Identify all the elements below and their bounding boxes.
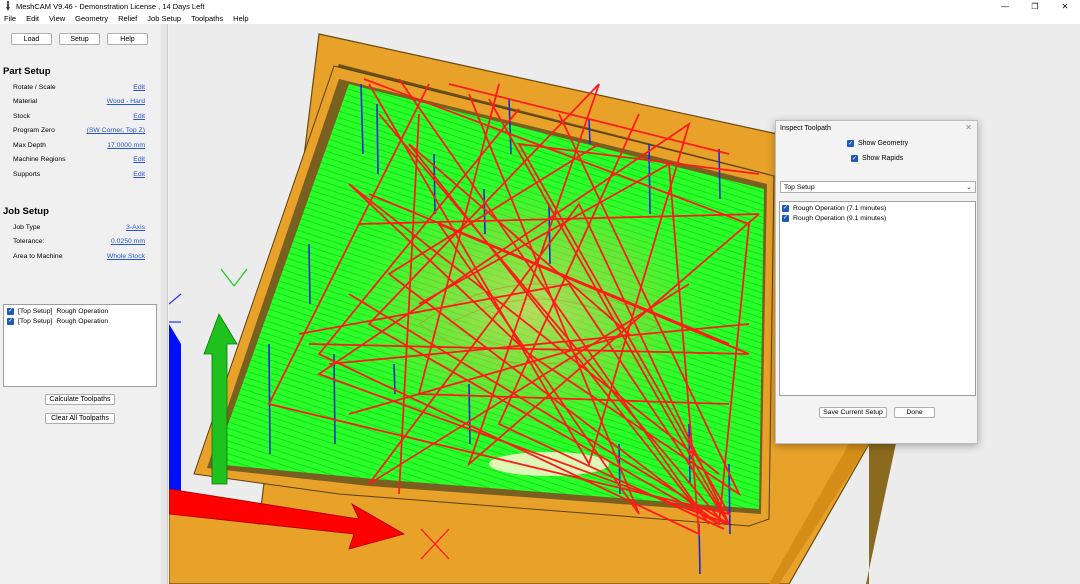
operation-time-label: Rough Operation (9.1 minutes) <box>793 214 887 222</box>
dialog-title: Inspect Toolpath <box>780 125 831 132</box>
stock-side-wall <box>866 429 899 584</box>
operation-time-label: Rough Operation (7.1 minutes) <box>793 204 887 212</box>
list-item[interactable]: ✓ [Top Setup] Rough Operation <box>7 316 156 326</box>
left-panel: Load Setup Help Part Setup Rotate / Scal… <box>0 24 168 584</box>
menu-help[interactable]: Help <box>228 14 253 23</box>
area-to-machine-label: Area to Machine <box>13 253 63 260</box>
setup-select-value: Top Setup <box>784 183 815 191</box>
maximize-button[interactable]: ❐ <box>1020 0 1050 12</box>
setup-button[interactable]: Setup <box>59 33 100 45</box>
program-zero-link[interactable]: (SW Corner, Top Z) <box>87 127 145 134</box>
done-button[interactable]: Done <box>894 407 935 418</box>
job-setup-heading: Job Setup <box>3 206 49 217</box>
menu-toolpaths[interactable]: Toolpaths <box>186 14 228 23</box>
menu-job-setup[interactable]: Job Setup <box>142 14 186 23</box>
menu-geometry[interactable]: Geometry <box>70 14 113 23</box>
show-rapids-label: Show Rapids <box>862 155 904 162</box>
minimize-button[interactable]: — <box>990 0 1020 12</box>
load-button[interactable]: Load <box>11 33 52 45</box>
area-to-machine-link[interactable]: Whole Stock <box>107 253 145 260</box>
operation-setup: [Top Setup] <box>18 307 53 315</box>
menu-file[interactable]: File <box>0 14 21 23</box>
machine-regions-label: Machine Regions <box>13 156 66 163</box>
part-setup-heading: Part Setup <box>3 66 51 77</box>
rotate-scale-label: Rotate / Scale <box>13 84 56 91</box>
menu-view[interactable]: View <box>44 14 70 23</box>
operation-name: Rough Operation <box>56 317 109 325</box>
axis-z-marker <box>169 293 182 323</box>
setup-select[interactable]: Top Setup ⌄ <box>780 181 976 193</box>
show-geometry-label: Show Geometry <box>858 140 909 147</box>
close-button[interactable]: ✕ <box>1050 0 1080 12</box>
window-title: MeshCAM V9.46 - Demonstration License , … <box>16 1 205 11</box>
checkbox-checked-icon[interactable]: ✓ <box>7 307 14 315</box>
show-rapids-toggle[interactable]: ✓ Show Rapids <box>851 155 903 162</box>
max-depth-label: Max Depth <box>13 142 46 149</box>
help-button[interactable]: Help <box>107 33 148 45</box>
checkbox-checked-icon[interactable]: ✓ <box>782 204 789 212</box>
title-bar: MeshCAM V9.46 - Demonstration License , … <box>0 0 1080 12</box>
supports-link[interactable]: Edit <box>133 171 145 178</box>
menu-bar: File Edit View Geometry Relief Job Setup… <box>0 12 1080 24</box>
job-type-label: Job Type <box>13 224 41 231</box>
z-axis-arrow <box>169 324 181 494</box>
max-depth-link[interactable]: 17.0000 mm <box>107 142 145 149</box>
machine-regions-link[interactable]: Edit <box>133 156 145 163</box>
left-panel-scrollbar[interactable] <box>161 24 167 584</box>
checkbox-checked-icon[interactable]: ✓ <box>782 214 789 222</box>
list-item[interactable]: ✓ Rough Operation (7.1 minutes) <box>782 203 975 213</box>
checkbox-checked-icon[interactable]: ✓ <box>851 155 858 162</box>
program-zero-label: Program Zero <box>13 127 55 134</box>
inspect-toolpath-dialog: Inspect Toolpath ✕ ✓ Show Geometry ✓ Sho… <box>775 120 978 444</box>
checkbox-checked-icon[interactable]: ✓ <box>7 317 14 325</box>
app-icon <box>3 1 13 11</box>
rotate-scale-link[interactable]: Edit <box>133 84 145 91</box>
chevron-down-icon: ⌄ <box>966 184 972 191</box>
operation-setup: [Top Setup] <box>18 317 53 325</box>
list-item[interactable]: ✓ [Top Setup] Rough Operation <box>7 306 156 316</box>
stock-link[interactable]: Edit <box>133 113 145 120</box>
stock-label: Stock <box>13 113 30 120</box>
menu-edit[interactable]: Edit <box>21 14 44 23</box>
show-geometry-toggle[interactable]: ✓ Show Geometry <box>847 140 908 147</box>
material-label: Material <box>13 98 38 105</box>
axis-y-marker <box>220 268 248 287</box>
save-current-setup-button[interactable]: Save Current Setup <box>819 407 887 418</box>
close-icon[interactable]: ✕ <box>965 123 972 132</box>
material-link[interactable]: Wood - Hard <box>107 98 145 105</box>
calculate-toolpaths-button[interactable]: Calculate Toolpaths <box>45 394 115 405</box>
checkbox-checked-icon[interactable]: ✓ <box>847 140 854 147</box>
list-item[interactable]: ✓ Rough Operation (9.1 minutes) <box>782 213 975 223</box>
tolerance-label: Tolerance: <box>13 238 45 245</box>
operation-name: Rough Operation <box>56 307 109 315</box>
supports-label: Supports <box>13 171 41 178</box>
clear-toolpaths-button[interactable]: Clear All Toolpaths <box>45 413 115 424</box>
operations-list[interactable]: ✓ [Top Setup] Rough Operation ✓ [Top Set… <box>3 304 157 387</box>
menu-relief[interactable]: Relief <box>113 14 142 23</box>
tolerance-link[interactable]: 0.0250 mm <box>111 238 145 245</box>
job-type-link[interactable]: 3-Axis <box>126 224 145 231</box>
operation-time-list[interactable]: ✓ Rough Operation (7.1 minutes) ✓ Rough … <box>779 201 976 396</box>
